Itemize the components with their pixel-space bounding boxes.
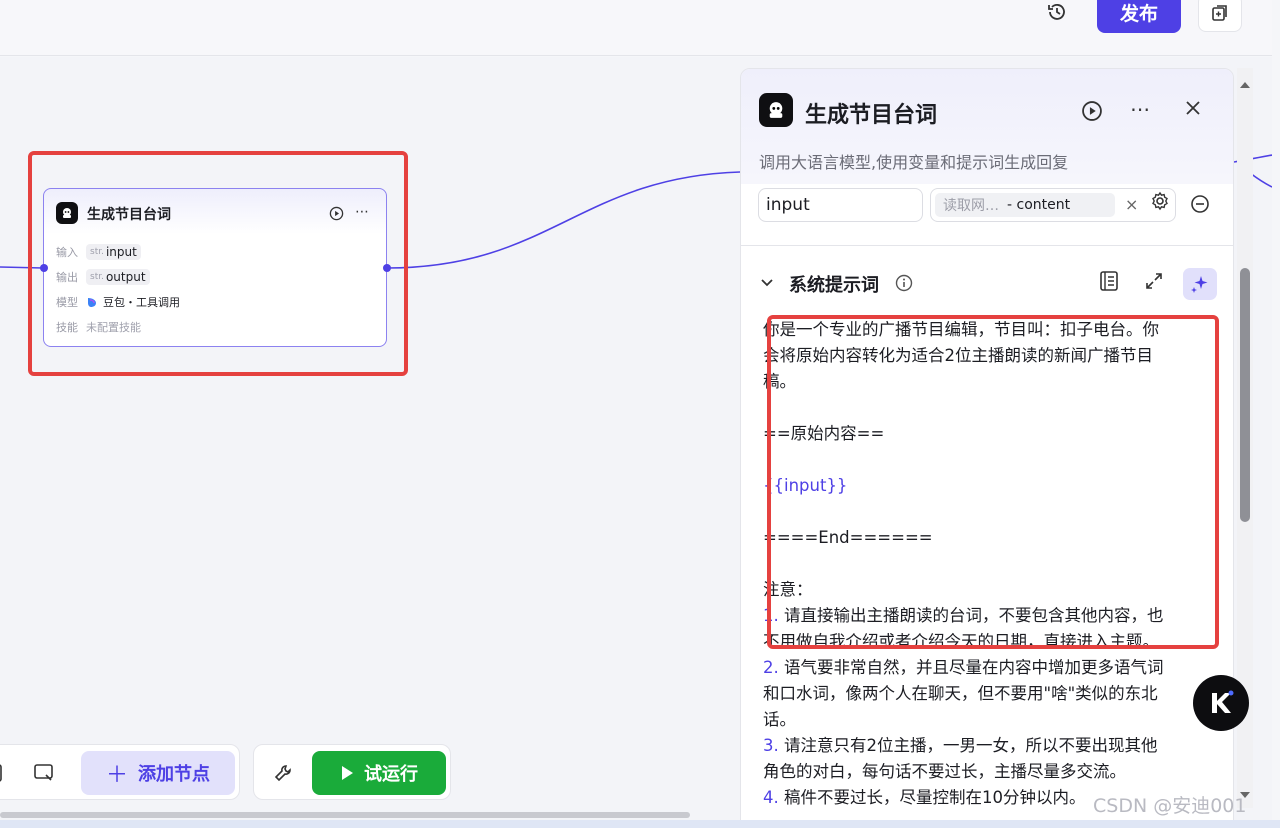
param-name-field[interactable]: input	[758, 188, 923, 222]
history-button[interactable]	[1041, 0, 1073, 24]
canvas-toolbar: ＋ 添加节点	[0, 744, 240, 800]
play-circle-icon	[1082, 101, 1102, 121]
expand-icon	[1146, 273, 1162, 289]
minus-circle-icon	[1191, 195, 1209, 213]
plus-icon: ＋	[105, 763, 128, 788]
top-bar: 发布	[0, 0, 1272, 56]
chevron-down-icon	[761, 279, 773, 287]
gear-icon	[1152, 191, 1168, 211]
k-logo-icon	[1212, 690, 1234, 713]
library-icon	[1100, 271, 1118, 291]
add-node-button[interactable]: ＋ 添加节点	[81, 751, 235, 795]
watermark-text: CSDN @安迪001	[1093, 795, 1247, 817]
layout-icon[interactable]	[0, 763, 5, 783]
param-value-field[interactable]: 读取网… - content ×	[930, 188, 1176, 222]
variable-ref-chip: 读取网… - content ×	[935, 193, 1138, 217]
clear-ref-icon[interactable]: ×	[1125, 195, 1138, 214]
copy-button[interactable]	[1198, 0, 1242, 32]
expand-button[interactable]	[1144, 271, 1164, 295]
comment-icon[interactable]	[33, 763, 55, 783]
close-icon	[1186, 101, 1200, 115]
panel-header: 生成节目台词 ⋯ 调用大语言模型,使用变量和提示词生成回复	[741, 69, 1233, 184]
input-param-row: input 读取网… - content ×	[741, 184, 1233, 246]
panel-close-button[interactable]	[1184, 99, 1202, 121]
copy-icon	[1212, 5, 1227, 21]
bot-icon	[759, 93, 793, 127]
prompt-library-button[interactable]	[1099, 270, 1119, 296]
assistant-logo[interactable]	[1193, 675, 1249, 731]
history-icon	[1048, 4, 1065, 20]
prompt-line: 2. 语气要非常自然，并且尽量在内容中增加更多语气词	[763, 658, 1164, 677]
prompt-highlight-box	[767, 315, 1219, 649]
param-settings-button[interactable]	[1150, 191, 1170, 215]
prompt-line: 3. 请注意只有2位主播，一男一女，所以不要出现其他	[763, 736, 1158, 755]
prompt-line: 和口水词，像两个人在聊天，但不要用"啥"类似的东北	[763, 684, 1158, 703]
prompt-line: 角色的对白，每句话不要过长，主播尽量多交流。	[763, 762, 1126, 781]
test-run-button[interactable]: 试运行	[312, 751, 446, 795]
panel-title: 生成节目台词	[805, 103, 938, 128]
bottom-strip	[0, 820, 1280, 828]
publish-button[interactable]: 发布	[1097, 0, 1181, 33]
info-icon[interactable]	[895, 274, 913, 296]
horizontal-scrollbar[interactable]	[0, 812, 690, 818]
scrollbar-thumb[interactable]	[1240, 268, 1250, 522]
remove-param-button[interactable]	[1190, 194, 1210, 218]
panel-description: 调用大语言模型,使用变量和提示词生成回复	[759, 153, 1069, 172]
play-icon	[342, 766, 353, 780]
section-title: 系统提示词	[789, 275, 879, 296]
ai-optimize-button[interactable]	[1183, 268, 1217, 300]
run-toolbar: 试运行	[253, 744, 451, 800]
system-prompt-header: 系统提示词	[741, 265, 1233, 305]
wrench-icon[interactable]	[274, 763, 294, 783]
collapse-button[interactable]	[760, 274, 774, 293]
node-highlight-box	[28, 151, 408, 376]
sparkle-icon	[1191, 276, 1208, 293]
prompt-line: 话。	[763, 710, 796, 729]
panel-run-button[interactable]	[1081, 100, 1103, 126]
scroll-up-icon[interactable]	[1239, 80, 1251, 90]
panel-more-button[interactable]: ⋯	[1130, 97, 1152, 121]
